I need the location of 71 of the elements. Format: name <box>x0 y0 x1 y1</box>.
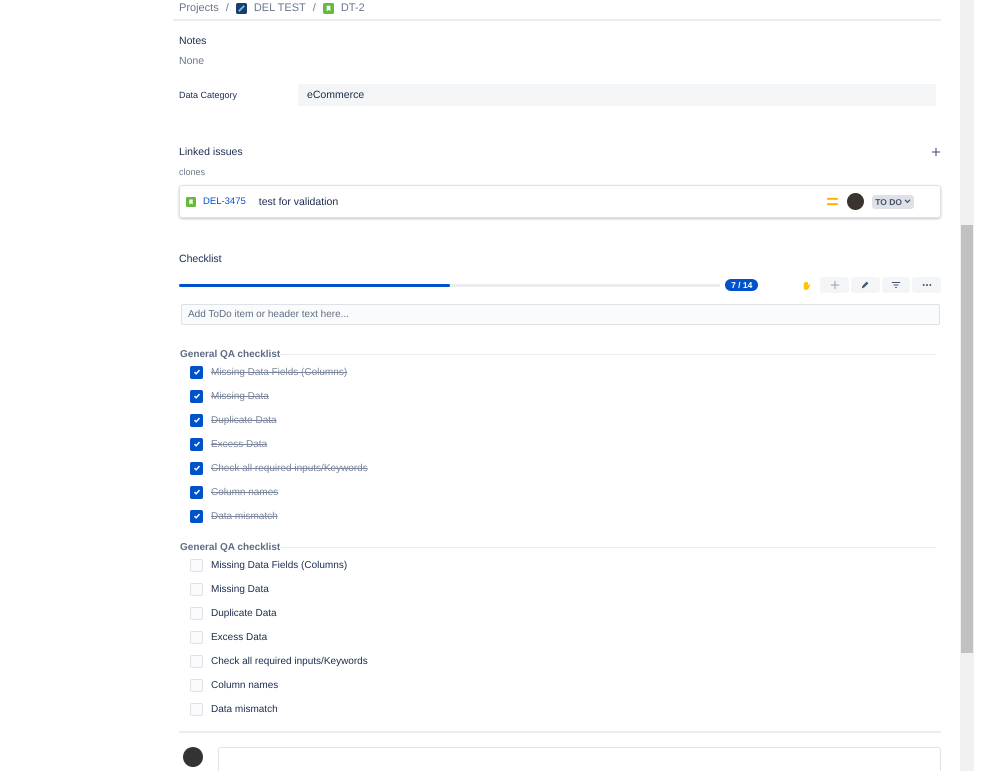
status-dropdown[interactable]: TO DO <box>872 194 914 208</box>
notes-label: Notes <box>179 35 208 47</box>
checkmark-icon <box>192 487 202 497</box>
checkbox[interactable] <box>190 630 203 644</box>
avatar <box>847 193 864 210</box>
linked-issue-card[interactable]: DEL-3475 test for validation TO DO <box>179 185 941 218</box>
checklist-item-label: Data mismatch <box>211 510 278 522</box>
breadcrumb-separator: / <box>226 2 229 14</box>
checklist-item-label: Missing Data <box>211 390 269 402</box>
section-title: Linked issues <box>179 146 243 158</box>
data-category-field[interactable]: eCommerce <box>298 84 936 106</box>
field-label: Data Category <box>179 90 238 100</box>
checklist-item-label: Data mismatch <box>211 704 278 714</box>
relation-label: clones <box>179 167 206 177</box>
add-icon[interactable] <box>931 147 941 157</box>
issue-summary: test for validation <box>258 196 338 208</box>
checklist-item-label: Excess Data <box>211 632 268 642</box>
hand-icon[interactable] <box>801 280 812 290</box>
checkmark-icon <box>192 415 202 425</box>
checkmark-icon <box>192 367 202 377</box>
filter-icon <box>890 280 901 290</box>
issue-key-link[interactable]: DEL-3475 <box>203 196 246 207</box>
edit-button[interactable] <box>850 277 880 293</box>
checkmark-icon <box>192 439 202 449</box>
section-title: Checklist <box>179 253 223 265</box>
checklist-item-label: Excess Data <box>211 438 268 450</box>
progress-count: 7 / 14 <box>725 279 758 291</box>
checkmark-icon <box>192 391 202 401</box>
checked-checkbox[interactable] <box>190 366 203 378</box>
checklist-item-label: Missing Data <box>211 584 269 594</box>
group-header: General QA checklist <box>180 542 280 553</box>
pencil-icon <box>860 280 870 290</box>
breadcrumb-separator: / <box>312 2 316 14</box>
checked-checkbox[interactable] <box>190 462 203 474</box>
checkbox[interactable] <box>190 678 203 692</box>
checklist-item-label: Column names <box>211 486 278 498</box>
story-icon <box>322 2 334 14</box>
checked-checkbox[interactable] <box>190 510 203 522</box>
chevron-down-icon <box>904 199 911 204</box>
checkbox[interactable] <box>190 606 203 620</box>
checkbox[interactable] <box>190 702 203 716</box>
checklist-item-label: Duplicate Data <box>211 414 277 426</box>
checkbox[interactable] <box>190 654 203 668</box>
checked-checkbox[interactable] <box>190 486 203 498</box>
story-icon <box>186 196 196 206</box>
medium-priority-icon <box>827 197 838 206</box>
checklist-item-label: Missing Data Fields (Columns) <box>211 560 348 570</box>
checklist-item-label: Duplicate Data <box>211 608 277 618</box>
checklist-item-label: Column names <box>211 680 278 690</box>
checkbox[interactable] <box>190 582 203 596</box>
checklist-item-label: Missing Data Fields (Columns) <box>211 366 348 378</box>
checkbox[interactable] <box>190 558 203 572</box>
filter-button[interactable] <box>882 277 910 293</box>
breadcrumb-link[interactable]: DEL TEST <box>254 2 306 14</box>
checkmark-icon <box>192 463 202 473</box>
checklist-item-label: Check all required inputs/Keywords <box>211 656 368 666</box>
checklist-item-label: Check all required inputs/Keywords <box>211 462 368 474</box>
checkmark-icon <box>192 511 202 521</box>
add-item-field[interactable]: Add ToDo item or header text here... <box>181 304 940 325</box>
scrollbar-thumb[interactable] <box>961 225 973 653</box>
comment-field[interactable] <box>218 747 941 771</box>
notes-value: None <box>179 55 206 67</box>
avatar <box>183 747 203 767</box>
breadcrumb-link[interactable]: Projects <box>179 2 219 14</box>
breadcrumb-link[interactable]: DT-2 <box>340 2 365 14</box>
group-header: General QA checklist <box>180 349 280 360</box>
add-icon <box>830 280 840 290</box>
checked-checkbox[interactable] <box>190 414 203 426</box>
project-icon <box>236 2 247 14</box>
checked-checkbox[interactable] <box>190 390 203 402</box>
checked-checkbox[interactable] <box>190 438 203 450</box>
